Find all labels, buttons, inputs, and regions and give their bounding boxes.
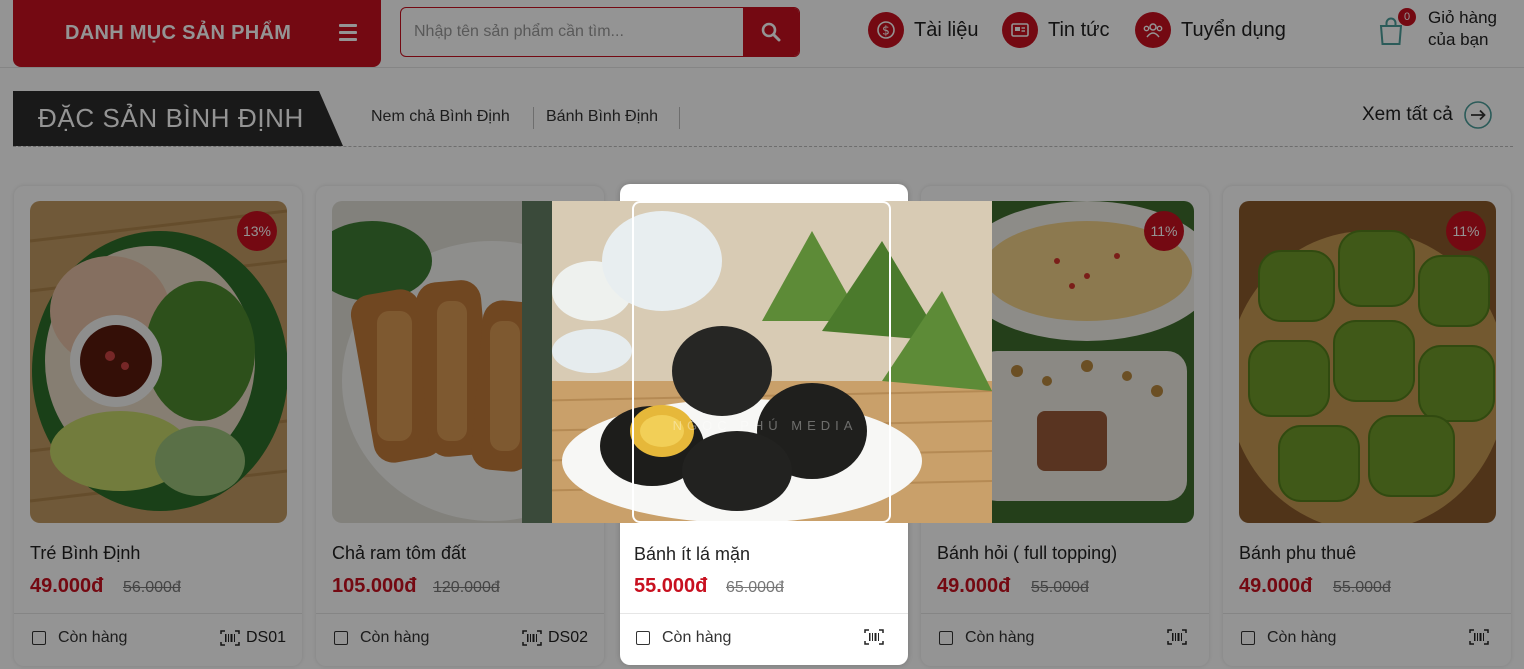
card-divider [620,613,908,614]
check-square-icon [636,631,650,645]
product-price: 55.000đ [634,575,708,597]
stock-label: Còn hàng [662,629,732,646]
watermark-text: NGỌC PHÚ MEDIA [672,418,858,433]
barcode-icon [864,629,884,645]
product-code [864,629,884,650]
product-old-price: 65.000đ [726,579,784,596]
stock-status: Còn hàng [636,629,731,647]
product-name[interactable]: Bánh ít lá mặn [634,544,750,565]
zoom-lens [632,201,891,523]
